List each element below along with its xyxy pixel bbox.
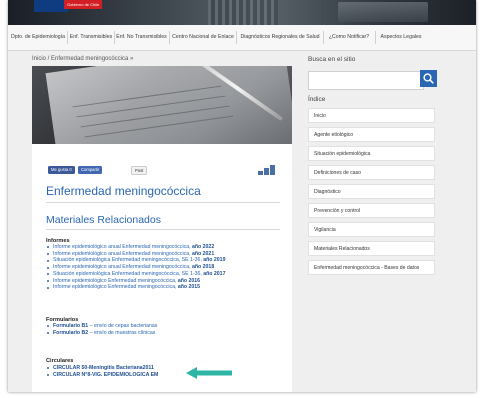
main-nav: Dpto. de Epidemiología Enf. Transmisible…: [8, 25, 476, 51]
search-button[interactable]: [420, 70, 437, 87]
circulares-heading: Circulares: [46, 358, 74, 364]
nav-item-como-notificar[interactable]: ¿Como Notificar?: [324, 25, 374, 50]
sidebar-item-definiciones[interactable]: Definiciones de caso: [308, 165, 435, 180]
informes-list: Informe epidemiológico anual Enfermedad …: [46, 244, 225, 291]
share-button[interactable]: Compartir: [78, 166, 103, 174]
link-title[interactable]: CIRCULAR 50-Meningitis Bacteriana2011: [53, 365, 154, 371]
link-text[interactable]: – envío de cepas bacterianas: [88, 323, 158, 329]
link-text[interactable]: Informe epidemiológico anual Enfermedad …: [53, 251, 192, 257]
link-year[interactable]: año 2021: [192, 251, 214, 257]
link-year[interactable]: año 2018: [192, 264, 214, 270]
sidebar-item-materiales[interactable]: Materiales Relacionados: [308, 241, 435, 256]
text-size-small[interactable]: [258, 171, 263, 175]
left-arrow-icon: [186, 367, 232, 379]
link-title[interactable]: Formulario B2: [53, 330, 88, 336]
link-text[interactable]: – envío de muestras clínicas: [88, 330, 156, 336]
text-size-icon[interactable]: [258, 165, 280, 175]
title-divider: [46, 202, 280, 203]
section-divider: [46, 229, 280, 230]
sidebar-item-diagnostico[interactable]: Diagnóstico: [308, 184, 435, 199]
list-item[interactable]: CIRCULAR 50-Meningitis Bacteriana2011: [46, 365, 158, 372]
list-item[interactable]: Informe epidemiológico anual Enfermedad …: [46, 264, 225, 271]
link-year[interactable]: año 2016: [178, 278, 200, 284]
like-button[interactable]: Me gusta 0: [48, 166, 75, 174]
main-content: Me gusta 0 Compartir Post Enfermedad men…: [32, 144, 292, 392]
section-title: Materiales Relacionados: [46, 214, 161, 226]
list-item[interactable]: CIRCULAR N°8-VIG. EPIDEMIOLOGICA EM: [46, 372, 158, 379]
banner-image-detail: [208, 0, 278, 25]
breadcrumb[interactable]: Inicio / Enfermedad meningocóccica »: [32, 56, 133, 62]
nav-item-epidemiologia[interactable]: Dpto. de Epidemiología: [10, 25, 66, 50]
hero-image: [32, 66, 292, 144]
list-item[interactable]: Formulario B2 – envío de muestras clínic…: [46, 330, 157, 337]
link-text[interactable]: Informe epidemiológico anual Enfermedad …: [53, 244, 192, 250]
sidebar-item-bases-de-datos[interactable]: Enfermedad meningocóccica - Bases de dat…: [308, 260, 435, 275]
text-size-large[interactable]: [270, 165, 275, 175]
header-banner: Gobierno de Chile: [8, 0, 476, 25]
gobierno-badge: Gobierno de Chile: [64, 0, 103, 9]
nav-item-aspectos-legales[interactable]: Aspectos Legales: [376, 25, 426, 50]
post-button[interactable]: Post: [131, 166, 148, 175]
circulares-list: CIRCULAR 50-Meningitis Bacteriana2011 CI…: [46, 365, 158, 378]
sidebar-item-prevencion[interactable]: Prevención y control: [308, 203, 435, 218]
link-title[interactable]: CIRCULAR N°8-VIG. EPIDEMIOLOGICA EM: [53, 372, 158, 378]
list-item[interactable]: Informe epidemiológico Enfermedad mening…: [46, 278, 225, 285]
sidebar-item-situacion[interactable]: Situación epidemiológica: [308, 146, 435, 161]
sidebar-item-vigilancia[interactable]: Vigilancia: [308, 222, 435, 237]
text-size-medium[interactable]: [264, 168, 269, 175]
link-year[interactable]: año 2022: [192, 244, 214, 250]
link-text[interactable]: Informe epidemiológico Enfermedad mening…: [53, 284, 178, 290]
link-year[interactable]: año 2019: [203, 257, 225, 263]
list-item[interactable]: Informe epidemiológico anual Enfermedad …: [46, 251, 225, 258]
link-year[interactable]: año 2015: [178, 284, 200, 290]
link-text[interactable]: Informe epidemiológico Enfermedad mening…: [53, 278, 178, 284]
list-item[interactable]: Informe epidemiológico Enfermedad mening…: [46, 284, 225, 291]
magnifier-icon: [423, 73, 434, 84]
link-text[interactable]: Situación epidemiológica Enfermedad meni…: [53, 271, 203, 277]
browser-frame: Gobierno de Chile Dpto. de Epidemiología…: [8, 0, 476, 392]
search-input[interactable]: [308, 71, 424, 90]
nav-item-diagnosticos[interactable]: Diagnósticos Regionales de Salud: [237, 25, 323, 50]
page-title: Enfermedad meningocóccica: [46, 184, 201, 198]
gobierno-logo[interactable]: Gobierno de Chile: [34, 0, 103, 12]
list-item[interactable]: Formulario B1 – envío de cepas bacterian…: [46, 323, 157, 330]
link-text[interactable]: Informe epidemiológico anual Enfermedad …: [53, 264, 192, 270]
nav-item-transmisibles[interactable]: Enf. Transmisibles: [68, 25, 114, 50]
index-label: Índice: [308, 96, 326, 103]
sidebar-item-inicio[interactable]: Inicio: [308, 108, 435, 123]
link-year[interactable]: año 2017: [203, 271, 225, 277]
list-item[interactable]: Situación epidemiológica Enfermedad meni…: [46, 257, 225, 264]
nav-item-no-transmisibles[interactable]: Enf. No Transmisibles: [115, 25, 168, 50]
gobierno-logo-blue: [34, 0, 64, 12]
search-label: Busca en el sitio: [308, 56, 356, 63]
formularios-list: Formulario B1 – envío de cepas bacterian…: [46, 323, 157, 336]
sidebar-item-agente[interactable]: Agente etiológico: [308, 127, 435, 142]
banner-image-detail-2: [338, 2, 428, 22]
link-title[interactable]: Formulario B1: [53, 323, 88, 329]
list-item[interactable]: Informe epidemiológico anual Enfermedad …: [46, 244, 225, 251]
list-item[interactable]: Situación epidemiológica Enfermedad meni…: [46, 271, 225, 278]
nav-item-centro-enlace[interactable]: Centro Nacional de Enlace: [170, 25, 236, 50]
link-text[interactable]: Situación epidemiológica Enfermedad meni…: [53, 257, 203, 263]
